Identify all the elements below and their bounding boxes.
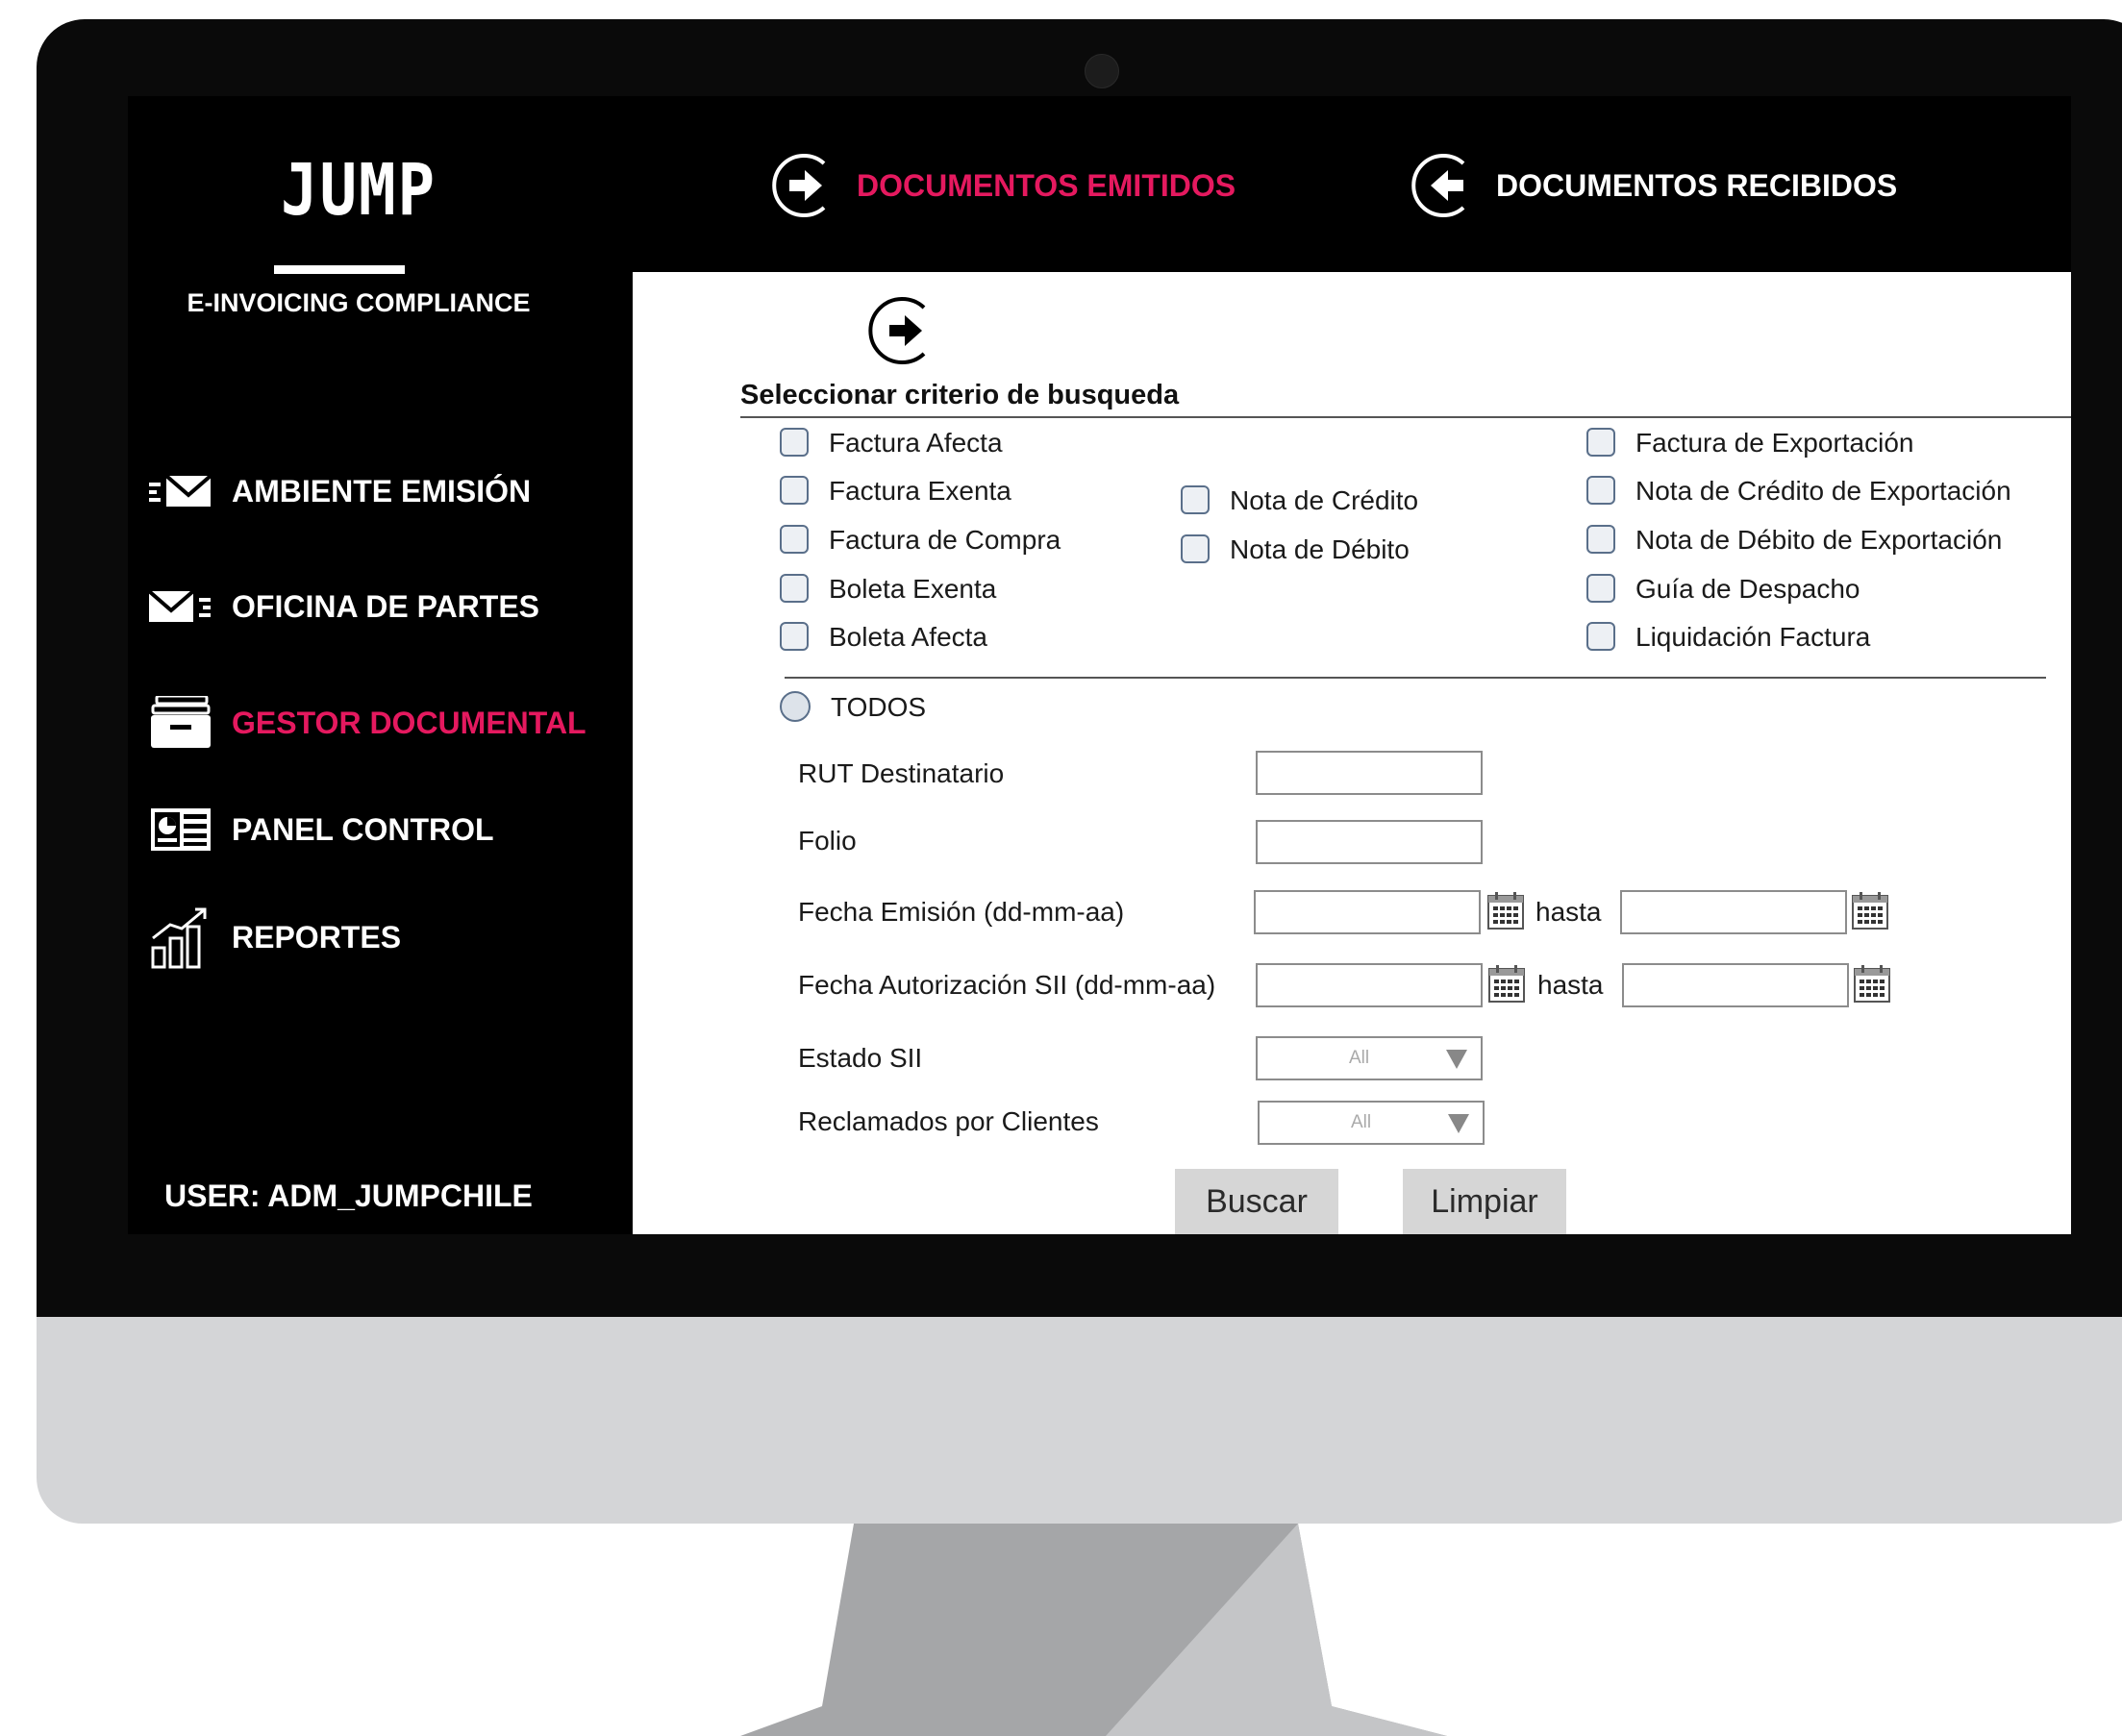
search-panel: Seleccionar criterio de busqueda Factura…: [633, 272, 2071, 1234]
mail-in-icon: [147, 583, 214, 631]
fecha-emision-from-input[interactable]: [1254, 890, 1481, 934]
rut-label: RUT Destinatario: [798, 758, 1005, 788]
doc-types-divider: [785, 677, 2046, 679]
checkbox-factura-afecta[interactable]: [780, 428, 809, 457]
app-screen: JUMP E-INVOICING COMPLIANCE AMBIENTE EMI…: [128, 96, 2071, 1234]
calendar-icon[interactable]: [1853, 963, 1891, 1004]
checkbox-label: Nota de Débito: [1230, 534, 1410, 564]
checkbox-label: Guía de Despacho: [1635, 574, 1860, 604]
checkbox-label: Nota de Crédito: [1230, 485, 1419, 515]
section-title: Seleccionar criterio de busqueda: [740, 380, 1180, 410]
checkbox-factura-exenta[interactable]: [780, 476, 809, 505]
tab-documentos-recibidos[interactable]: DOCUMENTOS RECIBIDOS: [1410, 142, 1897, 229]
file-box-icon: [147, 696, 214, 748]
checkbox-nota-de-debito-de-exportacion[interactable]: [1586, 525, 1615, 554]
bar-chart-icon: [147, 907, 214, 969]
brand-logo: JUMP: [280, 150, 437, 233]
select-value: All: [1349, 1048, 1370, 1068]
calendar-icon[interactable]: [1487, 963, 1526, 1004]
sidebar-item-label: GESTOR DOCUMENTAL: [232, 705, 587, 740]
checkbox-label: Factura de Exportación: [1635, 428, 1914, 458]
arrow-left-circle-icon: [1411, 154, 1465, 217]
checkbox-factura-de-compra[interactable]: [780, 525, 809, 554]
estado-sii-label: Estado SII: [798, 1043, 923, 1073]
checkbox-label: Nota de Crédito de Exportación: [1635, 476, 2011, 506]
sidebar-item-reportes[interactable]: REPORTES: [147, 904, 647, 971]
fecha-autorizacion-to-input[interactable]: [1622, 963, 1849, 1007]
mail-out-icon: [147, 467, 214, 515]
fecha-emision-label: Fecha Emisión (dd-mm-aa): [798, 897, 1125, 927]
checkbox-nota-de-credito[interactable]: [1181, 485, 1210, 514]
checkbox-label: Factura Exenta: [829, 476, 1011, 506]
folio-input[interactable]: [1256, 820, 1483, 864]
checkbox-guia-de-despacho[interactable]: [1586, 574, 1615, 603]
dropdown-arrow-icon: [1446, 1050, 1467, 1069]
sidebar-item-panel-control[interactable]: PANEL CONTROL: [147, 796, 647, 863]
hasta-label: hasta: [1535, 897, 1602, 927]
fecha-autorizacion-label: Fecha Autorización SII (dd-mm-aa): [798, 970, 1216, 1000]
checkbox-nota-de-debito[interactable]: [1181, 534, 1210, 563]
sidebar-item-label: PANEL CONTROL: [232, 811, 494, 847]
arrow-right-circle-icon: [868, 297, 926, 364]
fecha-emision-to-input[interactable]: [1620, 890, 1847, 934]
checkbox-label: Boleta Afecta: [829, 622, 988, 652]
user-label: USER: ADM_JUMPCHILE: [164, 1178, 533, 1213]
sidebar-item-oficina-de-partes[interactable]: OFICINA DE PARTES: [147, 573, 647, 640]
radio-label: TODOS: [831, 692, 927, 722]
hasta-label: hasta: [1537, 970, 1604, 1000]
checkbox-factura-de-exportacion[interactable]: [1586, 428, 1615, 457]
folio-label: Folio: [798, 826, 857, 856]
limpiar-button[interactable]: Limpiar: [1403, 1169, 1566, 1234]
reclamados-select[interactable]: All: [1258, 1101, 1485, 1145]
rut-input[interactable]: [1256, 751, 1483, 795]
section-divider: [740, 416, 2071, 418]
monitor-chin: [37, 1317, 2122, 1524]
monitor-stand: [740, 1524, 1447, 1736]
sidebar-item-gestor-documental[interactable]: GESTOR DOCUMENTAL: [147, 689, 647, 756]
calendar-icon[interactable]: [1486, 890, 1525, 930]
radio-todos[interactable]: [780, 691, 811, 722]
checkbox-label: Nota de Débito de Exportación: [1635, 525, 2003, 555]
sidebar-item-ambiente-emision[interactable]: AMBIENTE EMISIÓN: [147, 458, 647, 525]
checkbox-label: Factura Afecta: [829, 428, 1003, 458]
checkbox-liquidacion-factura[interactable]: [1586, 622, 1615, 651]
checkbox-boleta-afecta[interactable]: [780, 622, 809, 651]
dashboard-icon: [147, 806, 214, 854]
dropdown-arrow-icon: [1448, 1114, 1469, 1133]
sidebar: JUMP E-INVOICING COMPLIANCE AMBIENTE EMI…: [128, 96, 633, 1234]
sidebar-item-label: REPORTES: [232, 919, 402, 955]
checkbox-label: Liquidación Factura: [1635, 622, 1871, 652]
tab-documentos-emitidos[interactable]: DOCUMENTOS EMITIDOS: [770, 142, 1236, 229]
fecha-autorizacion-from-input[interactable]: [1256, 963, 1483, 1007]
camera-icon: [1085, 54, 1119, 88]
reclamados-label: Reclamados por Clientes: [798, 1106, 1099, 1136]
estado-sii-select[interactable]: All: [1256, 1036, 1483, 1080]
sidebar-item-label: OFICINA DE PARTES: [232, 588, 540, 624]
select-value: All: [1351, 1112, 1372, 1132]
calendar-icon[interactable]: [1851, 890, 1889, 930]
tab-label: DOCUMENTOS RECIBIDOS: [1496, 167, 1898, 203]
checkbox-boleta-exenta[interactable]: [780, 574, 809, 603]
brand-tagline: E-INVOICING COMPLIANCE: [187, 288, 531, 317]
sidebar-item-label: AMBIENTE EMISIÓN: [232, 473, 532, 508]
checkbox-label: Boleta Exenta: [829, 574, 997, 604]
logo-underline: [274, 265, 405, 274]
buscar-button[interactable]: Buscar: [1175, 1169, 1338, 1234]
checkbox-label: Factura de Compra: [829, 525, 1061, 555]
checkbox-nota-de-credito-de-exportacion[interactable]: [1586, 476, 1615, 505]
tab-label: DOCUMENTOS EMITIDOS: [857, 167, 1236, 203]
arrow-right-circle-icon: [772, 154, 826, 217]
